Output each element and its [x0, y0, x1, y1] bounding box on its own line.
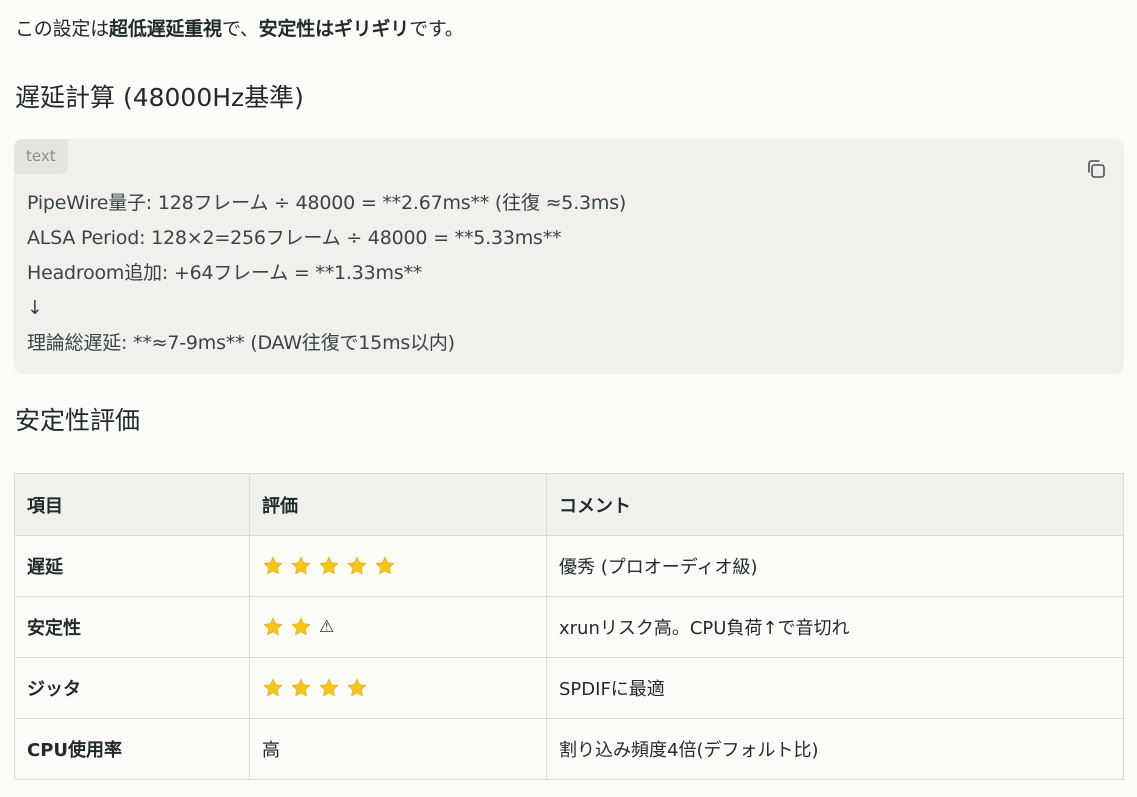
- intro-paragraph: この設定は超低遅延重視で、安定性はギリギリです。: [15, 14, 464, 41]
- table-row: CPU使用率高 割り込み頻度4倍(デフォルト比): [14, 718, 1124, 780]
- code-line: ALSA Period: 128×2=256フレーム ÷ 48000 = **5…: [27, 227, 562, 249]
- code-line: PipeWire量子: 128フレーム ÷ 48000 = **2.67ms**…: [27, 192, 627, 214]
- table-row: ジッタ SPDIFに最適: [14, 657, 1124, 719]
- cell-rating: [249, 657, 547, 719]
- header-item: 項目: [14, 473, 250, 536]
- star-icon: [262, 555, 284, 577]
- intro-text-3: です。: [409, 18, 464, 40]
- intro-bold-2: 安定性はギリギリ: [258, 18, 410, 40]
- intro-text-2: で、: [221, 18, 259, 40]
- intro-text-1: この設定は: [15, 18, 110, 40]
- intro-bold-1: 超低遅延重視: [109, 18, 222, 40]
- star-icon: [262, 677, 284, 699]
- header-comment: コメント: [546, 473, 1124, 536]
- star-icon: [290, 555, 312, 577]
- cell-comment: xrunリスク高。CPU負荷↑で音切れ: [546, 596, 1124, 658]
- table-header-row: 項目 評価 コメント: [14, 473, 1124, 536]
- code-language-label: text: [14, 139, 68, 174]
- star-icon: [318, 555, 340, 577]
- cell-rating: ⚠: [249, 596, 547, 658]
- star-icon: [290, 677, 312, 699]
- latency-heading: 遅延計算 (48000Hz基準): [15, 83, 304, 112]
- table-row: 安定性 ⚠ xrunリスク高。CPU負荷↑で音切れ: [14, 596, 1124, 658]
- star-rating: [262, 555, 534, 577]
- cell-comment: SPDIFに最適: [546, 657, 1124, 719]
- code-line: ↓: [27, 297, 43, 319]
- code-content: PipeWire量子: 128フレーム ÷ 48000 = **2.67ms**…: [27, 186, 626, 361]
- cell-rating: [249, 535, 547, 597]
- star-rating: ⚠: [262, 616, 534, 638]
- cell-item: 遅延: [14, 535, 250, 597]
- star-icon: [374, 555, 396, 577]
- star-icon: [262, 616, 284, 638]
- code-line: Headroom追加: +64フレーム = **1.33ms**: [27, 262, 423, 284]
- code-block: text PipeWire量子: 128フレーム ÷ 48000 = **2.6…: [14, 139, 1124, 374]
- stability-table: 項目 評価 コメント 遅延 優秀 (プロオーディオ級) 安定性 ⚠ xrunリスク高。C…: [14, 473, 1124, 780]
- cell-item: ジッタ: [14, 657, 250, 719]
- copy-icon[interactable]: [1084, 157, 1108, 181]
- code-line: 理論総遅延: **≈7-9ms** (DAW往復で15ms以内): [27, 332, 455, 354]
- star-icon: [290, 616, 312, 638]
- table-row: 遅延 優秀 (プロオーディオ級): [14, 535, 1124, 597]
- star-icon: [346, 677, 368, 699]
- cell-item: 安定性: [14, 596, 250, 658]
- cell-item: CPU使用率: [14, 718, 250, 780]
- header-rating: 評価: [249, 473, 547, 536]
- cell-comment: 割り込み頻度4倍(デフォルト比): [546, 718, 1124, 780]
- warning-icon: ⚠: [319, 617, 335, 637]
- star-rating: [262, 677, 534, 699]
- cell-rating: 高: [249, 718, 547, 780]
- star-icon: [346, 555, 368, 577]
- stability-heading: 安定性評価: [15, 406, 141, 435]
- star-icon: [318, 677, 340, 699]
- rating-text: 高: [262, 740, 280, 761]
- cell-comment: 優秀 (プロオーディオ級): [546, 535, 1124, 597]
